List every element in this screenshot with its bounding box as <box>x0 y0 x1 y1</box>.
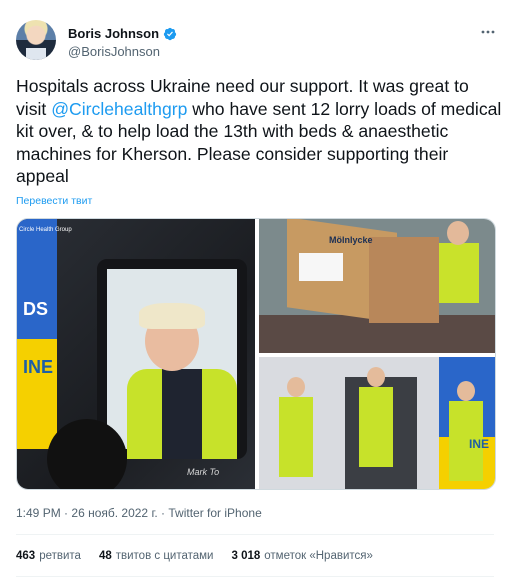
tweet: Boris Johnson @BorisJohnson Hospitals ac… <box>0 0 510 579</box>
quotes-stat[interactable]: 48 твитов с цитатами <box>99 550 214 562</box>
likes-count: 3 018 <box>231 550 261 562</box>
photo-logo-text: Circle Health Group <box>19 227 72 233</box>
tweet-source[interactable]: Twitter for iPhone <box>168 506 261 520</box>
photo-banner-text-1: DS <box>23 299 49 319</box>
mention-link[interactable]: @Circlehealthgrp <box>51 99 187 119</box>
tweet-text: Hospitals across Ukraine need our suppor… <box>16 75 502 188</box>
photo-signature-text: Mark To <box>187 467 220 477</box>
avatar[interactable] <box>16 20 56 60</box>
photo-banner-text-2: INE <box>23 357 54 377</box>
retweets-label: ретвита <box>39 550 81 562</box>
retweets-stat[interactable]: 463 ретвита <box>16 550 81 562</box>
likes-label: отметок «Нравится» <box>264 550 373 562</box>
translate-tweet-link[interactable]: Перевести твит <box>16 195 92 207</box>
quotes-count: 48 <box>98 550 112 562</box>
more-options-icon[interactable] <box>478 25 498 39</box>
author-handle[interactable]: @BorisJohnson <box>68 44 160 59</box>
retweets-count: 463 <box>16 550 36 562</box>
media-grid: Circle Health Group DS INE Mark To Mölnl… <box>16 218 496 490</box>
tweet-stats: 463 ретвита 48 твитов с цитатами 3 018 отме… <box>16 550 373 562</box>
tweet-time[interactable]: 1:49 PM <box>16 506 61 520</box>
author-name-row[interactable]: Boris Johnson <box>68 26 177 41</box>
divider <box>16 534 494 535</box>
photo-loading-boxes[interactable]: Mölnlycke <box>259 219 495 353</box>
photo-banner-text-3: INE <box>469 437 490 451</box>
photo-lorry-cab[interactable]: Circle Health Group DS INE Mark To <box>17 219 255 489</box>
photo-box-text: Mölnlycke <box>329 235 373 245</box>
quotes-label: твитов с цитатами <box>115 550 214 562</box>
verified-badge-icon <box>163 27 177 40</box>
meta-separator: · <box>64 506 69 520</box>
author-display-name[interactable]: Boris Johnson <box>68 26 159 41</box>
likes-stat[interactable]: 3 018 отметок «Нравится» <box>231 550 372 562</box>
divider <box>16 576 494 577</box>
tweet-date[interactable]: 26 нояб. 2022 г. <box>71 506 157 520</box>
tweet-meta: 1:49 PM · 26 нояб. 2022 г. · Twitter for… <box>16 506 262 520</box>
photo-group-with-machine[interactable]: INE <box>259 357 495 489</box>
meta-separator: · <box>161 506 166 520</box>
